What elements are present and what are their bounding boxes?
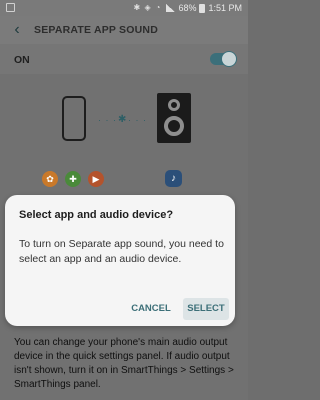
dialog-message: To turn on Separate app sound, you need … <box>19 238 224 265</box>
master-toggle-row[interactable]: ON <box>0 44 248 74</box>
back-button[interactable]: ‹ <box>8 20 26 40</box>
game-app-icon: ✚ <box>65 171 81 187</box>
bluetooth-connection-icon: ✱ <box>118 114 127 125</box>
select-button[interactable]: SELECT <box>183 298 229 320</box>
speaker-icon <box>157 93 191 143</box>
confirm-dialog: Select app and audio device? To turn on … <box>5 195 235 326</box>
toggle-label: ON <box>14 54 30 66</box>
phone-icon <box>62 96 86 141</box>
dialog-title: Select app and audio device? <box>19 209 174 221</box>
clock: 1:51 PM <box>208 3 242 13</box>
page-title: SEPARATE APP SOUND <box>34 24 158 36</box>
status-bar: ✱ ◈ ◔ 68% 1:51 PM <box>0 0 248 16</box>
bluetooth-icon: ✱ <box>133 3 141 12</box>
connection-dots-left: · · · <box>98 115 117 125</box>
description-text: You can change your phone's main audio o… <box>14 337 234 390</box>
video-app-icon: ▶ <box>88 171 104 187</box>
connection-dots-right: · · · <box>128 115 147 125</box>
mute-icon: ◈ <box>144 3 151 12</box>
signal-icon <box>166 4 176 12</box>
notification-icon <box>6 3 15 12</box>
music-icon: ♪ <box>165 170 182 187</box>
battery-percent: 68% <box>178 3 197 13</box>
wifi-icon: ◔ <box>155 3 161 12</box>
app-bar: ‹ SEPARATE APP SOUND <box>0 16 248 44</box>
master-toggle[interactable] <box>210 51 237 67</box>
colorful-app-icon: ✿ <box>42 171 58 187</box>
battery-icon <box>199 3 206 13</box>
cancel-button[interactable]: CANCEL <box>121 298 181 320</box>
toggle-knob <box>221 51 237 67</box>
